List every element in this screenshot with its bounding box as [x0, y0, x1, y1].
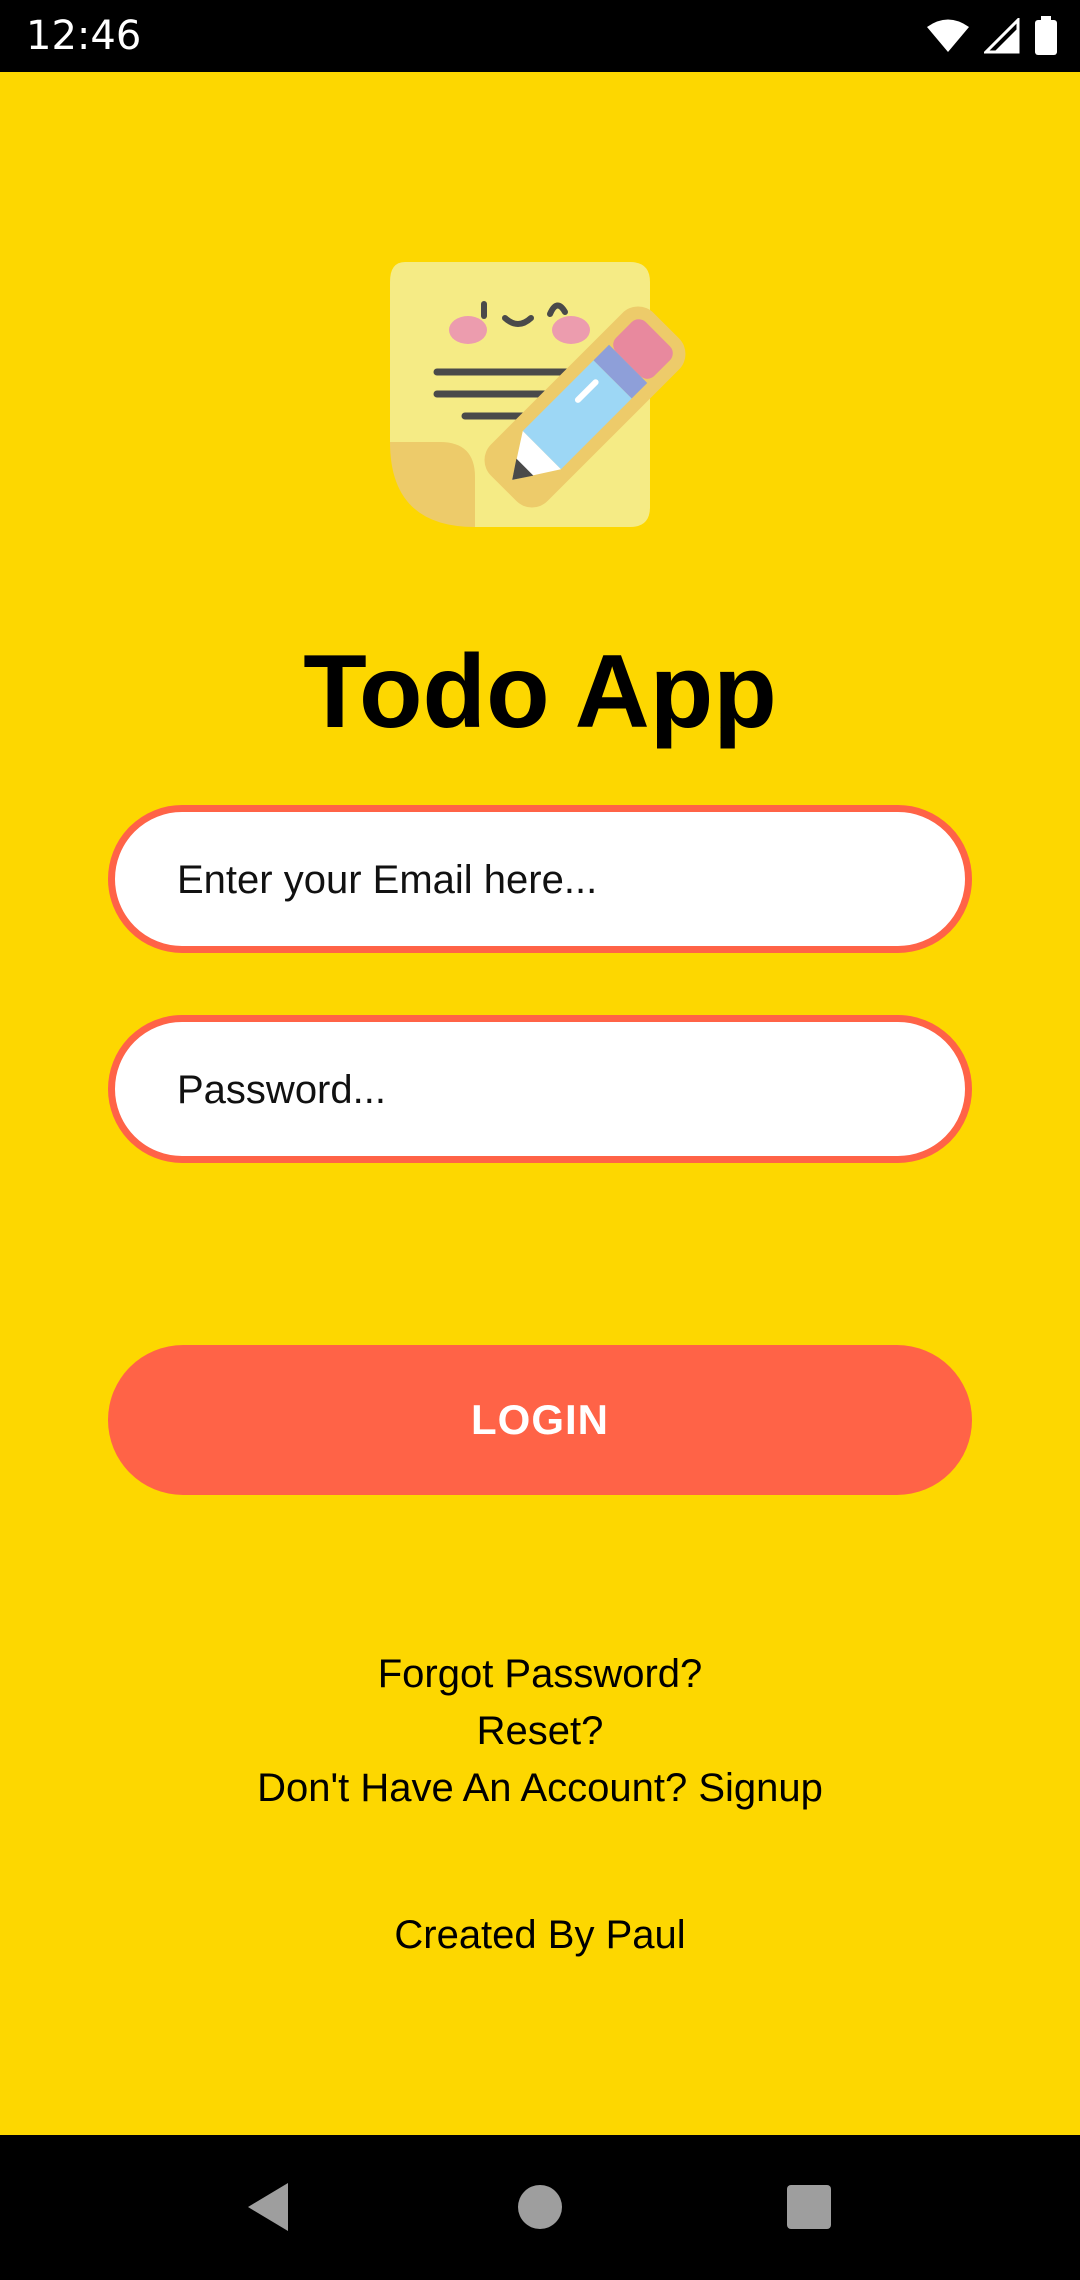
- email-input[interactable]: [175, 812, 939, 948]
- back-icon[interactable]: [232, 2171, 304, 2243]
- password-field[interactable]: [108, 1015, 972, 1163]
- sticky-note-pencil-logo: [385, 262, 695, 602]
- navigation-bar: [0, 2135, 1080, 2280]
- app-title: Todo App: [303, 634, 777, 750]
- recents-icon[interactable]: [773, 2171, 845, 2243]
- password-input[interactable]: [175, 1022, 939, 1158]
- login-button[interactable]: LOGIN: [108, 1345, 972, 1495]
- credit-text: Created By Paul: [394, 1913, 686, 1957]
- email-field[interactable]: [108, 805, 972, 953]
- status-time: 12:46: [26, 13, 142, 59]
- forgot-password-link[interactable]: Forgot Password?: [0, 1646, 1080, 1702]
- status-icons: [926, 14, 1058, 58]
- wifi-icon: [926, 18, 970, 54]
- reset-link[interactable]: Reset?: [0, 1703, 1080, 1759]
- login-screen: Todo App LOGIN Forgot Password? Reset? D…: [0, 72, 1080, 2135]
- home-icon[interactable]: [504, 2171, 576, 2243]
- signup-link[interactable]: Don't Have An Account? Signup: [0, 1760, 1080, 1816]
- status-bar: 12:46: [0, 0, 1080, 72]
- battery-icon: [1034, 16, 1058, 56]
- cellular-signal-icon: [984, 18, 1020, 54]
